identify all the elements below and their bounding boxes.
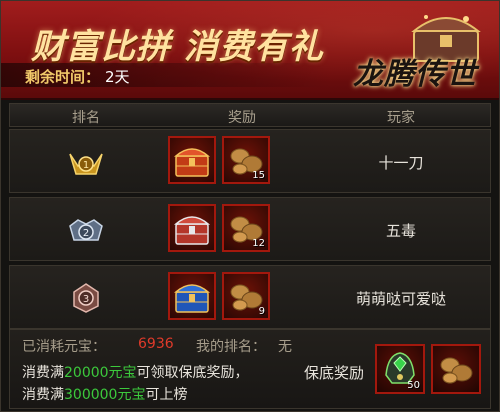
- spent-ingots-label: 已消耗元宝：: [22, 339, 106, 355]
- reward-slot-ore[interactable]: 9: [222, 272, 270, 320]
- player-name: 十一刀: [378, 154, 424, 172]
- reward-slot-chest[interactable]: [168, 204, 216, 252]
- header-rank: 排名: [72, 110, 100, 126]
- gold-medal-rank-1-icon: 1: [69, 153, 103, 175]
- reward-slot-chest[interactable]: [168, 272, 216, 320]
- svg-text:2: 2: [83, 228, 89, 239]
- guarantee-slot-helmet[interactable]: 50: [375, 344, 425, 394]
- header-player: 玩家: [387, 110, 415, 126]
- guarantee-reward-label: 保底奖励: [304, 364, 365, 382]
- helmet-quantity: 50: [407, 380, 420, 391]
- ranking-table-header: 排名 奖励 玩家: [9, 103, 491, 127]
- my-rank-label: 我的排名：: [196, 339, 266, 355]
- event-title: 财富比拼 消费有礼: [31, 27, 324, 67]
- spent-ingots-value: 6936: [138, 336, 174, 352]
- ore-quantity: 12: [252, 238, 265, 249]
- my-status-panel: 已消耗元宝： 6936 我的排名： 无 消费满20000元宝可领取保底奖励， 消…: [9, 329, 491, 409]
- svg-text:1: 1: [83, 160, 89, 171]
- blue-treasure-chest-icon: [174, 284, 210, 313]
- game-activity-panel: 财富比拼 消费有礼 剩余时间： 2天 龙腾传世 排名 奖励 玩家 1 15 十一…: [0, 0, 500, 412]
- ranking-row-2: 2 12 五毒: [9, 197, 491, 261]
- bronze-medal-rank-3-icon: 3: [73, 283, 99, 313]
- svg-text:3: 3: [83, 294, 89, 305]
- guarantee-requirement-text: 消费满20000元宝可领取保底奖励，: [22, 365, 249, 381]
- reward-slot-ore[interactable]: 15: [222, 136, 270, 184]
- ranking-row-1: 1 15 十一刀: [9, 129, 491, 193]
- remaining-time-value: 2天: [105, 68, 130, 86]
- red-treasure-chest-icon: [174, 148, 210, 177]
- silver-treasure-chest-icon: [174, 216, 210, 245]
- ore-quantity: 9: [258, 306, 265, 317]
- reward-slot-chest[interactable]: [168, 136, 216, 184]
- reward-slot-ore[interactable]: 12: [222, 204, 270, 252]
- guarantee-threshold: 20000元宝: [64, 365, 137, 381]
- event-banner: 财富比拼 消费有礼 剩余时间： 2天 龙腾传世: [1, 1, 499, 100]
- my-rank-value: 无: [278, 339, 292, 355]
- ore-lumps-icon: [440, 357, 473, 384]
- header-reward: 奖励: [228, 110, 256, 126]
- player-name: 萌萌哒可爱哒: [355, 290, 446, 308]
- ranking-row-3: 3 9 萌萌哒可爱哒: [9, 265, 491, 329]
- game-logo: 龙腾传世: [353, 57, 477, 92]
- ore-quantity: 15: [252, 170, 265, 181]
- remaining-time-label: 剩余时间：: [25, 68, 101, 86]
- player-name: 五毒: [385, 222, 416, 240]
- leaderboard-requirement-text: 消费满300000元宝可上榜: [22, 387, 188, 403]
- leaderboard-threshold: 300000元宝: [64, 387, 146, 403]
- silver-medal-rank-2-icon: 2: [69, 219, 103, 241]
- guarantee-slot-ore[interactable]: [431, 344, 481, 394]
